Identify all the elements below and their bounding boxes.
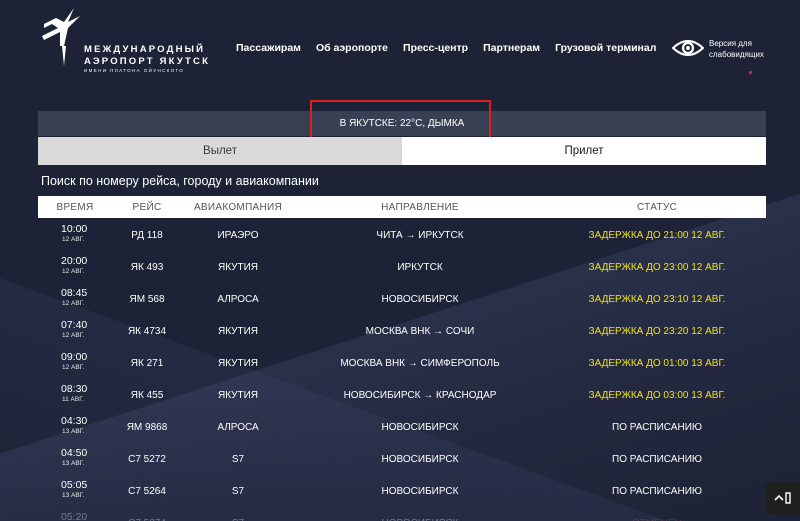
flight-number: РД 118 [131, 230, 163, 241]
table-row[interactable]: 20:00 12 АВГ. ЯК 493 ЯКУТИЯ ИРКУТСК ЗАДЕРЖКА … [38, 250, 766, 282]
airline-name: ЯКУТИЯ [217, 358, 259, 369]
nav-about[interactable]: Об аэропорте [316, 42, 388, 54]
flight-time: 04:50 [61, 447, 88, 459]
flight-date: 13 АВГ. [62, 492, 85, 499]
column-header-airline: АВИАКОМПАНИЯ [193, 202, 283, 213]
flight-number: С7 5272 [128, 454, 166, 465]
flight-number: ЯМ 568 [129, 294, 165, 305]
flight-time: 05:05 [61, 479, 88, 491]
flight-direction: ИРКУТСК [397, 262, 443, 273]
flight-direction: НОВОСИБИРСК → КРАСНОДАР [343, 390, 497, 401]
flight-direction: НОВОСИБИРСК [381, 454, 459, 465]
flight-date: 12 АВГ. [62, 268, 85, 275]
table-row[interactable]: 04:50 13 АВГ. С7 5272 S7 НОВОСИБИРСК ПО РАСПИ… [38, 442, 766, 474]
flight-number: ЯК 455 [130, 390, 164, 401]
logo-title-line2: АЭРОПОРТ ЯКУТСК [84, 56, 211, 67]
table-row[interactable]: 05:05 13 АВГ. С7 5264 S7 НОВОСИБИРСК ПО РАСПИ… [38, 474, 766, 506]
red-dot [749, 71, 752, 74]
airline-name: АЛРОСА [217, 294, 259, 305]
flight-date: 12 АВГ. [62, 236, 85, 243]
chevron-up-icon [774, 492, 791, 504]
table-row[interactable]: 09:00 12 АВГ. ЯК 271 ЯКУТИЯ МОСКВА ВНК → СИМ… [38, 346, 766, 378]
flight-time: 05:20 [61, 511, 88, 521]
flight-date: 11 АВГ. [62, 396, 84, 403]
search-label[interactable]: Поиск по номеру рейса, городу и авиакомп… [41, 174, 319, 188]
site-header: МЕЖДУНАРОДНЫЙ АЭРОПОРТ ЯКУТСК ИМЕНИ ПЛАТ… [0, 0, 800, 100]
table-header: ВРЕМЯ РЕЙС АВИАКОМПАНИЯ НАПРАВЛЕНИЕ СТАТ… [38, 196, 766, 218]
column-header-flight: РЕЙС [132, 202, 162, 213]
tab-departures[interactable]: Вылет [38, 137, 402, 165]
flight-date: 13 АВГ. [62, 428, 85, 435]
flight-status: ПО РАСПИСАНИЮ [612, 486, 702, 497]
flight-tabs: Вылет Прилет [38, 137, 766, 165]
plane-logo-icon [42, 8, 80, 66]
flight-time: 08:45 [61, 287, 88, 299]
flight-date: 12 АВГ. [62, 300, 85, 307]
flight-number: С7 5264 [128, 486, 166, 497]
main-nav: Пассажирам Об аэропорте Пресс-центр Парт… [236, 42, 656, 54]
flight-status: ЗАДЕРЖКА ДО 21:00 12 АВГ. [588, 230, 726, 241]
column-header-direction: НАПРАВЛЕНИЕ [381, 202, 459, 213]
weather-bar: В ЯКУТСКЕ: 22°С, ДЫМКА [38, 111, 766, 136]
flight-status: ЗАДЕРЖКА ДО 03:00 13 АВГ. [588, 390, 726, 401]
tab-arrivals[interactable]: Прилет [402, 137, 766, 165]
flight-date: 12 АВГ. [62, 364, 85, 371]
table-row[interactable]: 04:30 13 АВГ. ЯМ 9868 АЛРОСА НОВОСИБИРСК ПО Р… [38, 410, 766, 442]
nav-passengers[interactable]: Пассажирам [236, 42, 301, 54]
flight-time: 08:30 [61, 383, 88, 395]
flight-number: ЯК 4734 [127, 326, 167, 337]
table-row[interactable]: 07:40 12 АВГ. ЯК 4734 ЯКУТИЯ МОСКВА ВНК → СО… [38, 314, 766, 346]
flight-date: 13 АВГ. [62, 460, 85, 467]
flight-direction: МОСКВА ВНК → СОЧИ [365, 326, 475, 337]
table-row[interactable]: 10:00 12 АВГ. РД 118 ИРАЭРО ЧИТА → ИРКУТСК ЗА… [38, 218, 766, 250]
flight-status: ПО РАСПИСАНИЮ [612, 422, 702, 433]
airport-logo[interactable]: МЕЖДУНАРОДНЫЙ АЭРОПОРТ ЯКУТСК ИМЕНИ ПЛАТ… [38, 6, 218, 76]
table-row[interactable]: 05:20С7 5274S7НОВОСИБИРСКОТМЕНЕН [38, 506, 766, 521]
nav-partners[interactable]: Партнерам [483, 42, 540, 54]
flight-number: ЯМ 9868 [126, 422, 168, 433]
flight-time: 10:00 [61, 223, 88, 235]
flight-direction: НОВОСИБИРСК [381, 422, 459, 433]
flight-status: ЗАДЕРЖКА ДО 23:20 12 АВГ. [588, 326, 726, 337]
airline-name: ЯКУТИЯ [217, 390, 259, 401]
flight-date: 12 АВГ. [62, 332, 85, 339]
airline-name: S7 [231, 486, 245, 497]
flight-direction: НОВОСИБИРСК [381, 294, 459, 305]
column-header-time: ВРЕМЯ [56, 202, 94, 213]
flight-status: ЗАДЕРЖКА ДО 23:10 12 АВГ. [588, 294, 726, 305]
flights-table-body: 10:00 12 АВГ. РД 118 ИРАЭРО ЧИТА → ИРКУТСК ЗА… [38, 218, 766, 521]
flight-status: ПО РАСПИСАНИЮ [612, 454, 702, 465]
airline-name: ИРАЭРО [217, 230, 259, 241]
flight-time: 20:00 [61, 255, 88, 267]
airline-name: ЯКУТИЯ [217, 326, 259, 337]
flight-direction: ЧИТА → ИРКУТСК [376, 230, 464, 241]
flight-time: 09:00 [61, 351, 88, 363]
flight-direction: МОСКВА ВНК → СИМФЕРОПОЛЬ [340, 358, 500, 369]
scroll-top-button[interactable] [766, 482, 800, 514]
flight-number: ЯК 271 [130, 358, 164, 369]
flight-time: 07:40 [61, 319, 88, 331]
logo-subtitle: ИМЕНИ ПЛАТОНА ОЙУНСКОГО [84, 68, 185, 73]
accessibility-toggle[interactable]: Версия для слабовидящих [672, 36, 772, 76]
accessibility-label: Версия для слабовидящих [709, 39, 764, 59]
airline-name: ЯКУТИЯ [217, 262, 259, 273]
table-row[interactable]: 08:30 11 АВГ. ЯК 455 ЯКУТИЯ НОВОСИБИРСК → КР… [38, 378, 766, 410]
nav-press[interactable]: Пресс-центр [403, 42, 468, 54]
flight-status: ЗАДЕРЖКА ДО 01:00 13 АВГ. [588, 358, 726, 369]
logo-title-line1: МЕЖДУНАРОДНЫЙ [84, 44, 206, 55]
column-header-status: СТАТУС [636, 202, 678, 213]
airline-name: АЛРОСА [217, 422, 259, 433]
table-row[interactable]: 08:45 12 АВГ. ЯМ 568 АЛРОСА НОВОСИБИРСК ЗАДЕР… [38, 282, 766, 314]
flight-number: ЯК 493 [130, 262, 164, 273]
flight-time: 04:30 [61, 415, 88, 427]
airline-name: S7 [231, 454, 245, 465]
nav-cargo[interactable]: Грузовой терминал [555, 42, 656, 54]
eye-icon [672, 39, 704, 57]
weather-text: В ЯКУТСКЕ: 22°С, ДЫМКА [339, 118, 465, 129]
flight-direction: НОВОСИБИРСК [381, 486, 459, 497]
flight-status: ЗАДЕРЖКА ДО 23:00 12 АВГ. [588, 262, 726, 273]
